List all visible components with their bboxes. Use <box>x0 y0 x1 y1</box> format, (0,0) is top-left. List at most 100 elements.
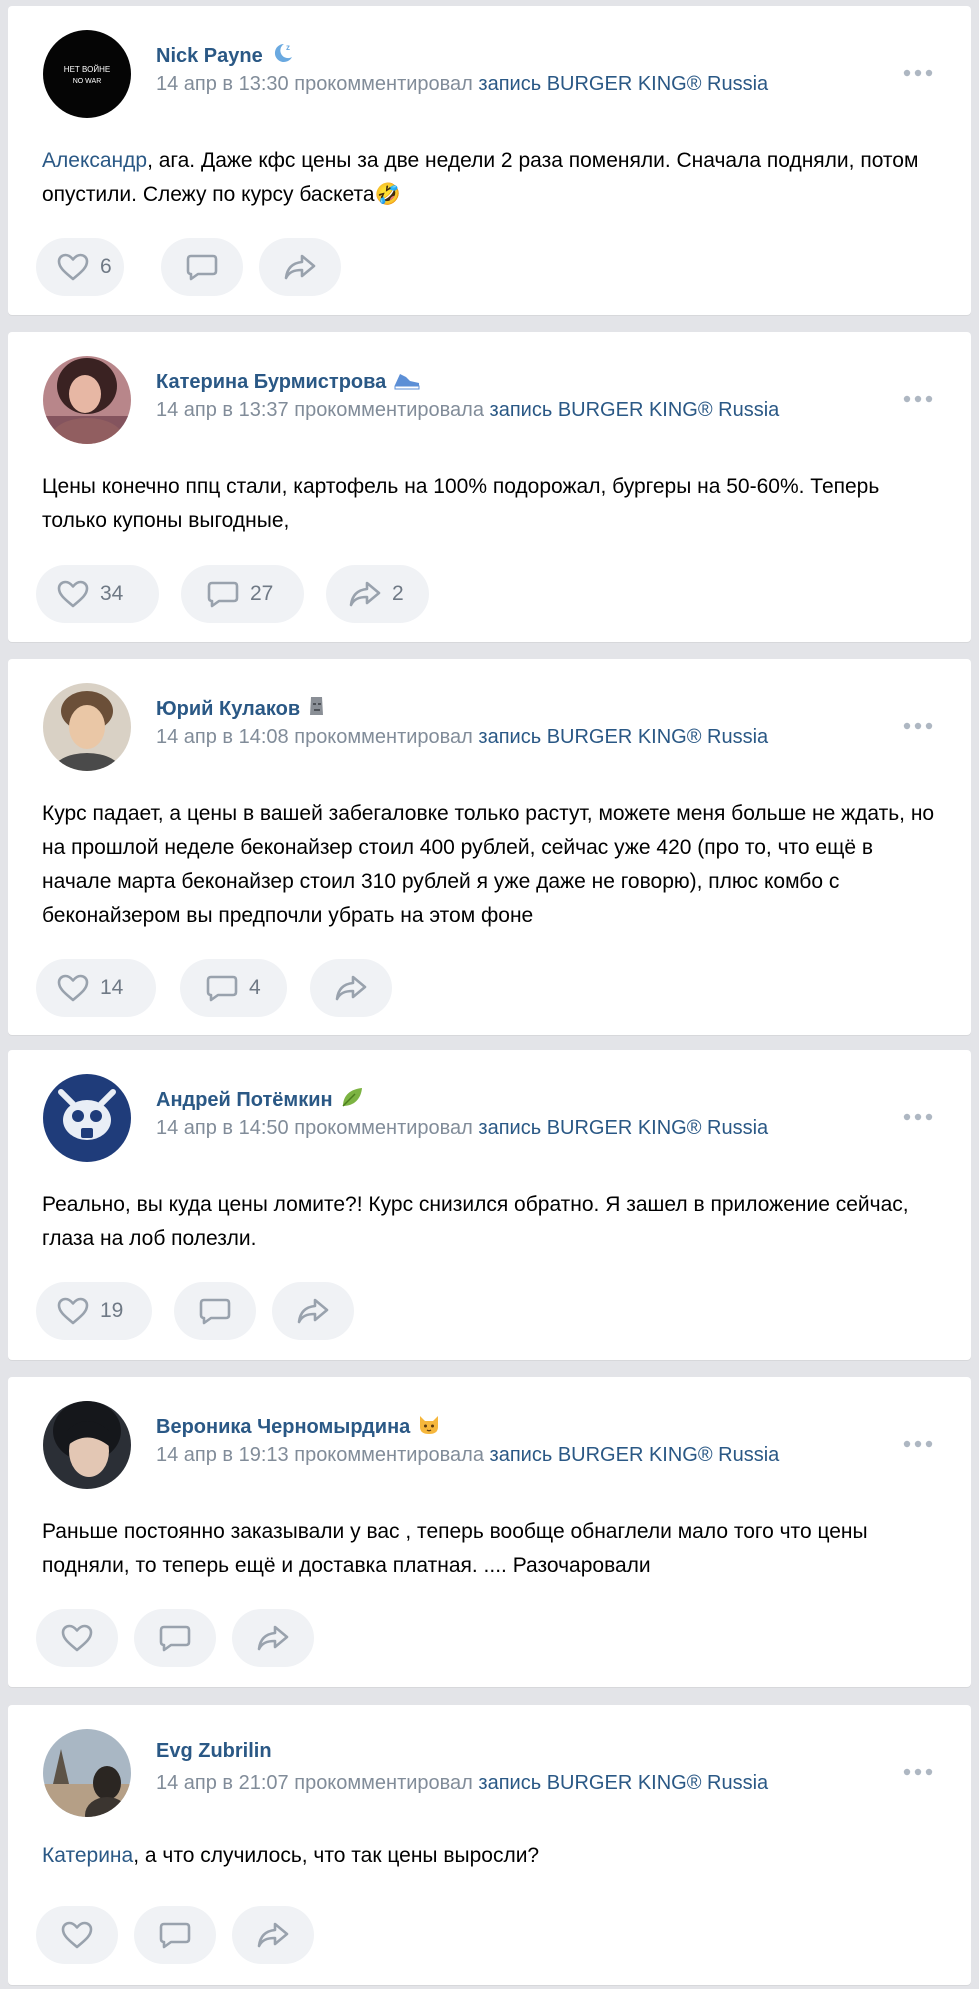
heart-icon <box>56 579 90 609</box>
comment-card: Катерина Бурмистрова 14 апр в 13:37 прок… <box>8 332 971 642</box>
comment-bubble-icon <box>158 1623 192 1653</box>
leaf-emoji-icon <box>339 1085 365 1115</box>
reply-count: 27 <box>250 582 274 605</box>
like-button[interactable] <box>36 1906 118 1964</box>
comment-date[interactable]: 14 апр в 14:50 <box>156 1117 289 1139</box>
avatar[interactable] <box>43 683 131 771</box>
mention-link[interactable]: Александр <box>42 149 147 172</box>
share-arrow-icon <box>296 1296 330 1326</box>
like-button[interactable]: 19 <box>36 1282 152 1340</box>
avatar[interactable] <box>43 1401 131 1489</box>
post-link[interactable]: запись BURGER KING® Russia <box>478 1117 768 1139</box>
sleeping-moon-emoji-icon: z <box>269 41 295 71</box>
more-options-icon[interactable] <box>901 392 935 406</box>
comment-action: прокомментировал <box>294 1772 473 1794</box>
post-link[interactable]: запись BURGER KING® Russia <box>490 399 780 421</box>
comment-meta: 14 апр в 14:08 прокомментировал запись B… <box>156 726 768 749</box>
share-button[interactable] <box>259 238 341 296</box>
comment-meta: 14 апр в 21:07 прокомментировал запись B… <box>156 1772 768 1795</box>
comment-card: НЕТ ВОЙНЕ NO WAR Nick Payne z 14 апр в 13… <box>8 6 971 315</box>
author-name[interactable]: Nick Payne z <box>156 41 295 71</box>
comment-card: Вероника Черномырдина 14 апр в 19:13 про… <box>8 1377 971 1687</box>
cat-face-emoji-icon <box>416 1412 442 1442</box>
like-count: 34 <box>100 582 124 605</box>
reply-button[interactable] <box>134 1906 216 1964</box>
author-name[interactable]: Катерина Бурмистрова <box>156 367 422 397</box>
more-options-icon[interactable] <box>901 66 935 80</box>
heart-icon <box>56 252 90 282</box>
more-options-icon[interactable] <box>901 1437 935 1451</box>
comment-action: прокомментировала <box>294 399 484 421</box>
avatar[interactable]: НЕТ ВОЙНЕ NO WAR <box>43 30 131 118</box>
comment-bubble-icon <box>205 973 239 1003</box>
avatar-text-line1: НЕТ ВОЙНЕ <box>64 65 110 74</box>
reply-button[interactable]: 27 <box>181 565 304 623</box>
comment-bubble-icon <box>185 252 219 282</box>
comment-date[interactable]: 14 апр в 21:07 <box>156 1772 289 1794</box>
comment-body: Реально, вы куда цены ломите?! Курс сниз… <box>42 1193 909 1250</box>
reply-count: 4 <box>249 976 261 999</box>
comment-meta: 14 апр в 13:37 прокомментировала запись … <box>156 399 779 422</box>
like-button[interactable]: 6 <box>36 238 124 296</box>
like-button[interactable]: 34 <box>36 565 159 623</box>
comment-text: Курс падает, а цены в вашей забегаловке … <box>42 797 942 933</box>
author-name[interactable]: Юрий Кулаков <box>156 694 328 724</box>
comment-action: прокомментировал <box>294 726 473 748</box>
comment-action: прокомментировал <box>294 1117 473 1139</box>
svg-text:z: z <box>286 43 290 52</box>
comment-text: Раньше постоянно заказывали у вас , тепе… <box>42 1515 942 1583</box>
moai-emoji-icon <box>306 694 328 724</box>
comment-date[interactable]: 14 апр в 14:08 <box>156 726 289 748</box>
share-button[interactable] <box>232 1609 314 1667</box>
sneaker-emoji-icon <box>392 367 422 397</box>
avatar[interactable] <box>43 1729 131 1817</box>
comment-date[interactable]: 14 апр в 19:13 <box>156 1444 289 1466</box>
comment-text: Реально, вы куда цены ломите?! Курс сниз… <box>42 1188 942 1256</box>
author-name[interactable]: Андрей Потёмкин <box>156 1085 365 1115</box>
more-options-icon[interactable] <box>901 1765 935 1779</box>
comment-body: , а что случилось, что так цены выросли? <box>133 1844 540 1867</box>
post-link[interactable]: запись BURGER KING® Russia <box>478 726 768 748</box>
post-link[interactable]: запись BURGER KING® Russia <box>478 73 768 95</box>
heart-icon <box>56 1296 90 1326</box>
reply-button[interactable] <box>174 1282 256 1340</box>
comment-text: Цены конечно ппц стали, картофель на 100… <box>42 470 942 538</box>
like-button[interactable]: 14 <box>36 959 156 1017</box>
reply-button[interactable] <box>134 1609 216 1667</box>
post-link[interactable]: запись BURGER KING® Russia <box>478 1772 768 1794</box>
heart-icon <box>60 1623 94 1653</box>
share-count: 2 <box>392 582 404 605</box>
comment-meta: 14 апр в 19:13 прокомментировала запись … <box>156 1444 779 1467</box>
share-arrow-icon <box>256 1623 290 1653</box>
share-arrow-icon <box>334 973 368 1003</box>
comment-body: Цены конечно ппц стали, картофель на 100… <box>42 475 880 532</box>
comment-text: Александр, ага. Даже кфс цены за две нед… <box>42 144 942 212</box>
avatar[interactable] <box>43 1074 131 1162</box>
share-button[interactable]: 2 <box>326 565 429 623</box>
comment-date[interactable]: 14 апр в 13:37 <box>156 399 289 421</box>
heart-icon <box>60 1920 94 1950</box>
comment-meta: 14 апр в 13:30 прокомментировал запись B… <box>156 73 768 96</box>
comment-body: Раньше постоянно заказывали у вас , тепе… <box>42 1520 868 1577</box>
share-button[interactable] <box>232 1906 314 1964</box>
reply-button[interactable] <box>161 238 243 296</box>
like-count: 19 <box>100 1299 124 1322</box>
share-button[interactable] <box>272 1282 354 1340</box>
author-name[interactable]: Вероника Черномырдина <box>156 1412 442 1442</box>
heart-icon <box>56 973 90 1003</box>
author-name[interactable]: Evg Zubrilin <box>156 1740 272 1763</box>
reply-button[interactable]: 4 <box>180 959 287 1017</box>
more-options-icon[interactable] <box>901 1110 935 1124</box>
comment-meta: 14 апр в 14:50 прокомментировал запись B… <box>156 1117 768 1140</box>
post-link[interactable]: запись BURGER KING® Russia <box>490 1444 780 1466</box>
like-button[interactable] <box>36 1609 118 1667</box>
mention-link[interactable]: Катерина <box>42 1844 133 1867</box>
comment-date[interactable]: 14 апр в 13:30 <box>156 73 289 95</box>
comment-body: , ага. Даже кфс цены за две недели 2 раз… <box>42 149 919 206</box>
more-options-icon[interactable] <box>901 719 935 733</box>
avatar[interactable] <box>43 356 131 444</box>
share-button[interactable] <box>310 959 392 1017</box>
comment-text: Катерина, а что случилось, что так цены … <box>42 1839 942 1873</box>
comment-body: Курс падает, а цены в вашей забегаловке … <box>42 802 935 927</box>
comment-card: Андрей Потёмкин 14 апр в 14:50 прокоммен… <box>8 1050 971 1360</box>
